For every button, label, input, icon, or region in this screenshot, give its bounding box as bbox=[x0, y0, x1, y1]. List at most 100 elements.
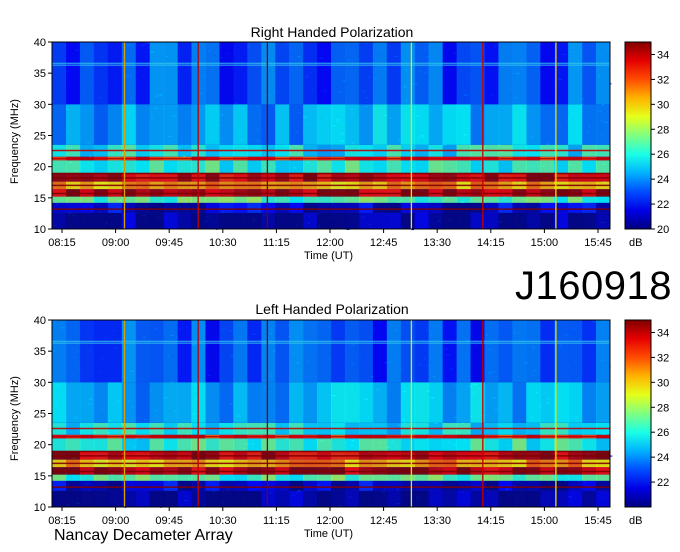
frequency-band bbox=[247, 202, 262, 213]
frequency-band bbox=[498, 202, 513, 213]
colorbar bbox=[624, 41, 652, 230]
frequency-band bbox=[205, 490, 220, 507]
frequency-band bbox=[79, 480, 95, 491]
frequency-band bbox=[135, 438, 151, 451]
frequency-band bbox=[303, 320, 318, 383]
frequency-band bbox=[219, 320, 234, 383]
frequency-band bbox=[540, 42, 555, 105]
frequency-band bbox=[428, 382, 443, 423]
frequency-band bbox=[428, 212, 443, 229]
frequency-band bbox=[442, 474, 457, 481]
frequency-band bbox=[163, 42, 178, 105]
frequency-band bbox=[317, 438, 332, 451]
frequency-band bbox=[275, 160, 290, 173]
frequency-band bbox=[540, 490, 555, 507]
frequency-band bbox=[135, 202, 151, 213]
frequency-band bbox=[400, 104, 416, 145]
frequency-band bbox=[135, 42, 151, 105]
frequency-band bbox=[386, 202, 402, 213]
frequency-band bbox=[79, 196, 95, 203]
frequency-band bbox=[331, 42, 346, 105]
frequency-band bbox=[149, 490, 165, 507]
frequency-band bbox=[372, 474, 388, 481]
frequency-band bbox=[66, 202, 81, 213]
frequency-band bbox=[344, 212, 360, 229]
frequency-band bbox=[344, 320, 360, 383]
frequency-band bbox=[205, 382, 220, 423]
frequency-band bbox=[456, 490, 471, 507]
frequency-band bbox=[93, 438, 109, 451]
frequency-band bbox=[219, 382, 234, 423]
frequency-band bbox=[149, 382, 165, 423]
frequency-band bbox=[93, 42, 109, 105]
frequency-band bbox=[275, 490, 290, 507]
frequency-band bbox=[177, 474, 192, 481]
frequency-band bbox=[331, 212, 346, 229]
frequency-band bbox=[442, 104, 457, 145]
frequency-band bbox=[163, 104, 178, 145]
frequency-band bbox=[247, 196, 262, 203]
colorbar-tick-label: 32 bbox=[657, 352, 669, 364]
frequency-band bbox=[456, 104, 471, 145]
frequency-band bbox=[233, 474, 248, 481]
frequency-band bbox=[261, 42, 276, 105]
frequency-band bbox=[414, 474, 430, 481]
frequency-band bbox=[177, 382, 192, 423]
frequency-band bbox=[331, 320, 346, 383]
frequency-band bbox=[442, 480, 457, 491]
frequency-band bbox=[414, 480, 430, 491]
frequency-band bbox=[205, 320, 220, 383]
frequency-band bbox=[303, 438, 318, 451]
frequency-band bbox=[540, 196, 555, 203]
frequency-band bbox=[400, 480, 416, 491]
frequency-band bbox=[428, 320, 443, 383]
frequency-band bbox=[400, 438, 416, 451]
frequency-band bbox=[526, 212, 541, 229]
spectrogram-panel-left: 10 15 20 25 30 35 40 08:15 09:00 09:45 10:30 11:15 1… bbox=[34, 315, 670, 527]
frequency-band bbox=[275, 196, 290, 203]
frequency-band bbox=[107, 382, 123, 423]
frequency-band bbox=[568, 104, 583, 145]
frequency-band bbox=[163, 490, 178, 507]
frequency-band bbox=[358, 104, 374, 145]
frequency-band bbox=[372, 480, 388, 491]
y-tick-label: 40 bbox=[34, 37, 46, 49]
frequency-band bbox=[498, 320, 513, 383]
frequency-band bbox=[205, 212, 220, 229]
frequency-band bbox=[512, 42, 527, 105]
frequency-band bbox=[93, 490, 109, 507]
frequency-band bbox=[93, 480, 109, 491]
frequency-band bbox=[400, 42, 416, 105]
colorbar-tick-label: 22 bbox=[657, 477, 669, 489]
frequency-band bbox=[52, 438, 67, 451]
frequency-band bbox=[456, 382, 471, 423]
frequency-band bbox=[177, 104, 192, 145]
y-tick-label: 25 bbox=[34, 131, 46, 143]
frequency-band bbox=[568, 490, 583, 507]
frequency-band bbox=[331, 382, 346, 423]
frequency-band bbox=[66, 42, 81, 105]
y-tick-label: 35 bbox=[34, 68, 46, 80]
frequency-band bbox=[512, 474, 527, 481]
frequency-band bbox=[596, 202, 611, 213]
frequency-band bbox=[52, 474, 67, 481]
frequency-band bbox=[428, 474, 443, 481]
frequency-band bbox=[303, 474, 318, 481]
frequency-band bbox=[582, 480, 597, 491]
frequency-band bbox=[275, 480, 290, 491]
frequency-band bbox=[344, 490, 360, 507]
frequency-band bbox=[456, 320, 471, 383]
frequency-band bbox=[79, 438, 95, 451]
x-tick-label: 15:00 bbox=[531, 515, 559, 527]
frequency-band bbox=[484, 480, 499, 491]
frequency-band bbox=[386, 438, 402, 451]
frequency-band bbox=[107, 490, 123, 507]
colorbar-tick-label: 30 bbox=[657, 377, 669, 389]
frequency-band bbox=[93, 320, 109, 383]
frequency-band bbox=[261, 490, 276, 507]
frequency-band bbox=[456, 212, 471, 229]
frequency-band bbox=[498, 490, 513, 507]
frequency-band bbox=[219, 160, 234, 173]
frequency-band bbox=[442, 382, 457, 423]
frequency-band bbox=[372, 382, 388, 423]
